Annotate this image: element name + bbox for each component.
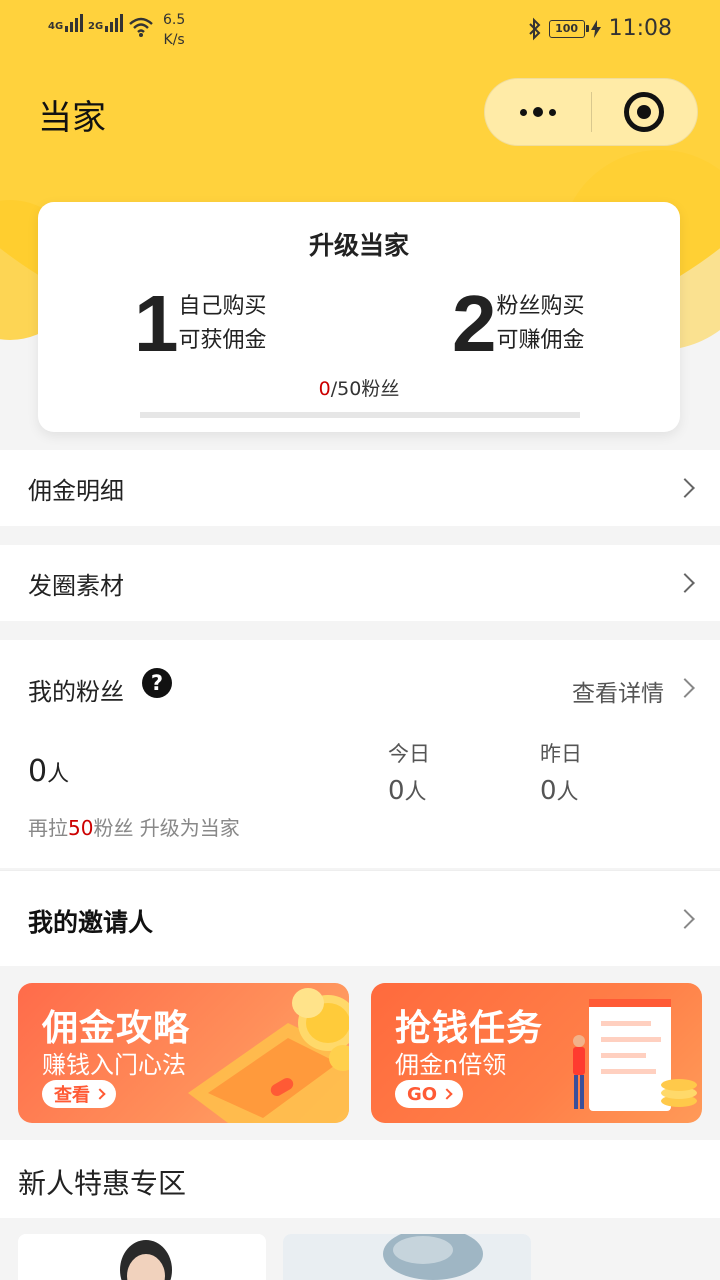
my-inviter-title: 我的邀请人	[28, 908, 154, 937]
charging-icon	[590, 19, 601, 38]
upgrade-step-2: 2 粉丝购买 可赚佣金	[452, 284, 585, 364]
upgrade-card-title: 升级当家	[308, 231, 409, 260]
signal-2g: 2G	[88, 14, 124, 32]
commission-guide-banner[interactable]: 佣金攻略 赚钱入门心法 查看	[18, 983, 349, 1123]
task-board-illustration	[573, 999, 697, 1111]
target-icon	[624, 92, 665, 132]
banner-subtitle: 赚钱入门心法	[42, 1051, 186, 1079]
wifi-icon	[129, 17, 153, 37]
chevron-right-icon	[675, 678, 695, 698]
network-speed: 6.5 K/s	[163, 12, 186, 48]
fans-total: 0人	[28, 754, 70, 789]
chevron-right-icon	[675, 908, 695, 929]
view-details-link[interactable]: 查看详情	[572, 674, 664, 708]
product-card[interactable]	[283, 1234, 531, 1280]
post-material-label: 发圈素材	[28, 571, 124, 600]
product-image	[283, 1234, 531, 1280]
fans-progress-label: 0/50粉丝	[318, 378, 400, 400]
bluetooth-icon	[528, 17, 541, 40]
my-inviter-row[interactable]: 我的邀请人	[0, 870, 720, 966]
upgrade-hint: 再拉50粉丝 升级为当家	[28, 816, 240, 840]
today-label: 今日	[388, 742, 430, 766]
banner-title: 抢钱任务	[395, 1008, 544, 1049]
product-card[interactable]	[18, 1234, 266, 1280]
chevron-right-icon	[675, 478, 695, 498]
step-number: 2	[452, 279, 497, 368]
step-number: 1	[134, 279, 179, 368]
view-button[interactable]: 查看	[42, 1080, 116, 1108]
chevron-right-icon	[675, 573, 695, 593]
status-bar: 4G 2G 6.5 K/s 100 11:08	[0, 0, 720, 60]
banner-title: 佣金攻略	[42, 1008, 191, 1049]
clock: 11:08	[608, 16, 672, 41]
money-task-banner[interactable]: 抢钱任务 佣金n倍领 GO	[371, 983, 702, 1123]
page-title: 当家	[38, 98, 106, 138]
my-fans-section: 我的粉丝 ? 查看详情 0人 今日 0人 昨日 0人 再拉50粉丝 升级为当家	[0, 640, 720, 868]
step-text: 可赚佣金	[496, 328, 585, 353]
signal-4g: 4G	[48, 14, 84, 32]
step-text: 粉丝购买	[496, 294, 585, 319]
fans-progress-bar	[140, 412, 580, 418]
more-button[interactable]	[485, 79, 591, 145]
coins-illustration	[188, 988, 349, 1123]
post-material-row[interactable]: 发圈素材	[0, 545, 720, 621]
yesterday-label: 昨日	[540, 742, 582, 766]
more-dots-icon	[519, 108, 527, 116]
arrow-right-icon	[94, 1088, 106, 1100]
yesterday-value: 0人	[540, 776, 579, 806]
step-text: 可获佣金	[178, 328, 267, 353]
upgrade-card: 升级当家 1 自己购买 可获佣金 2 粉丝购买 可赚佣金 0/50粉丝	[38, 202, 680, 432]
step-text: 自己购买	[178, 294, 267, 319]
banner-subtitle: 佣金n倍领	[395, 1051, 507, 1079]
newcomer-section-title: 新人特惠专区	[0, 1140, 720, 1218]
my-fans-title: 我的粉丝	[28, 678, 124, 706]
arrow-right-icon	[441, 1088, 453, 1100]
go-button[interactable]: GO	[395, 1080, 464, 1108]
question-circle-icon[interactable]: ?	[142, 668, 172, 698]
upgrade-step-1: 1 自己购买 可获佣金	[134, 284, 267, 364]
close-program-button[interactable]	[592, 79, 698, 145]
commission-detail-label: 佣金明细	[28, 476, 124, 505]
mini-program-capsule	[484, 78, 698, 146]
battery-icon: 100	[548, 19, 589, 38]
today-value: 0人	[388, 776, 427, 806]
product-image	[18, 1234, 266, 1280]
commission-detail-row[interactable]: 佣金明细	[0, 450, 720, 526]
